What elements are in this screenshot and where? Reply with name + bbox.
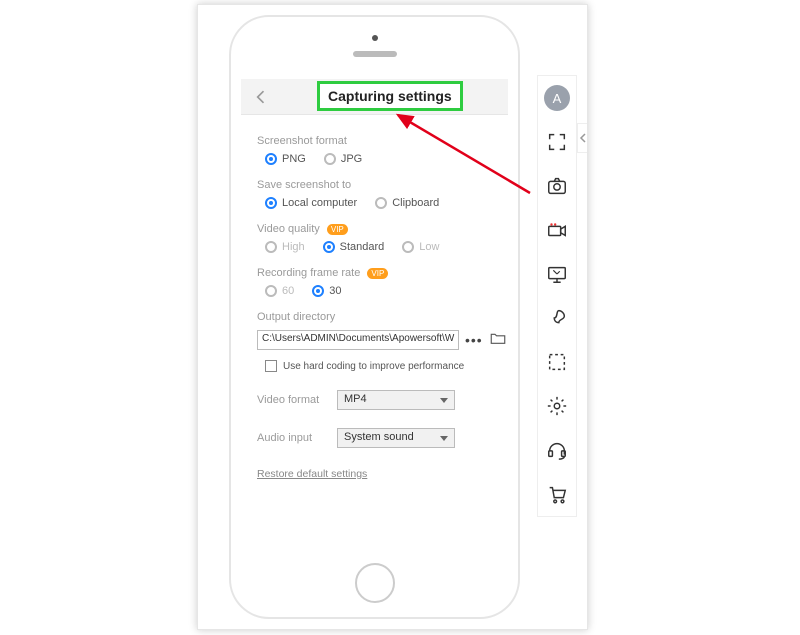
vip-badge-fps: VIP <box>367 268 388 279</box>
frame-rate-text: Recording frame rate <box>257 267 360 279</box>
hardcoding-label: Use hard coding to improve performance <box>283 361 464 372</box>
audio-input-select[interactable]: System sound <box>337 428 455 448</box>
app-window: Capturing settings Screenshot format PNG… <box>197 4 588 630</box>
radio-jpg[interactable]: JPG <box>324 153 362 165</box>
avatar-letter: A <box>544 85 570 111</box>
video-format-label: Video format <box>257 394 337 406</box>
radio-png-label: PNG <box>282 153 306 165</box>
selection-icon[interactable] <box>538 340 576 384</box>
radio-png[interactable]: PNG <box>265 153 306 165</box>
phone-home-button[interactable] <box>355 563 395 603</box>
radio-clipboard[interactable]: Clipboard <box>375 197 439 209</box>
phone-frame: Capturing settings Screenshot format PNG… <box>229 15 520 619</box>
output-dir-field[interactable]: C:\Users\ADMIN\Documents\Apowersoft\W <box>257 330 459 350</box>
radio-30-label: 30 <box>329 285 341 297</box>
save-to-label: Save screenshot to <box>257 179 492 191</box>
open-folder-icon[interactable] <box>489 329 507 350</box>
brush-icon[interactable] <box>538 296 576 340</box>
monitor-icon[interactable] <box>538 252 576 296</box>
radio-clipboard-label: Clipboard <box>392 197 439 209</box>
fullscreen-icon[interactable] <box>538 120 576 164</box>
vip-badge-quality: VIP <box>327 224 348 235</box>
camera-icon[interactable] <box>538 164 576 208</box>
output-dir-label: Output directory <box>257 311 492 323</box>
gear-icon[interactable] <box>538 384 576 428</box>
collapse-tab-icon[interactable] <box>577 123 587 153</box>
settings-header: Capturing settings <box>241 79 508 115</box>
radio-jpg-label: JPG <box>341 153 362 165</box>
radio-high[interactable]: High <box>265 241 305 253</box>
restore-defaults-link[interactable]: Restore default settings <box>257 468 367 480</box>
avatar[interactable]: A <box>538 76 576 120</box>
radio-high-label: High <box>282 241 305 253</box>
radio-local-label: Local computer <box>282 197 357 209</box>
frame-rate-label: Recording frame rate VIP <box>257 267 492 279</box>
radio-low-label: Low <box>419 241 439 253</box>
page-title: Capturing settings <box>317 81 463 111</box>
headset-icon[interactable] <box>538 428 576 472</box>
phone-speaker <box>353 51 397 57</box>
video-format-select[interactable]: MP4 <box>337 390 455 410</box>
hardcoding-checkbox[interactable] <box>265 360 277 372</box>
browse-button[interactable]: ••• <box>465 332 483 348</box>
phone-screen: Capturing settings Screenshot format PNG… <box>241 79 508 545</box>
radio-local[interactable]: Local computer <box>265 197 357 209</box>
tool-sidebar: A <box>537 75 577 517</box>
audio-input-label: Audio input <box>257 432 337 444</box>
radio-low[interactable]: Low <box>402 241 439 253</box>
radio-60[interactable]: 60 <box>265 285 294 297</box>
settings-panel: Screenshot format PNG JPG Save screensho… <box>241 115 508 480</box>
video-quality-label: Video quality VIP <box>257 223 492 235</box>
radio-60-label: 60 <box>282 285 294 297</box>
back-icon[interactable] <box>251 87 271 107</box>
radio-30[interactable]: 30 <box>312 285 341 297</box>
radio-standard-label: Standard <box>340 241 385 253</box>
screenshot-format-label: Screenshot format <box>257 135 492 147</box>
record-icon[interactable] <box>538 208 576 252</box>
video-quality-text: Video quality <box>257 223 320 235</box>
cart-icon[interactable] <box>538 472 576 516</box>
radio-standard[interactable]: Standard <box>323 241 385 253</box>
phone-camera-dot <box>372 35 378 41</box>
